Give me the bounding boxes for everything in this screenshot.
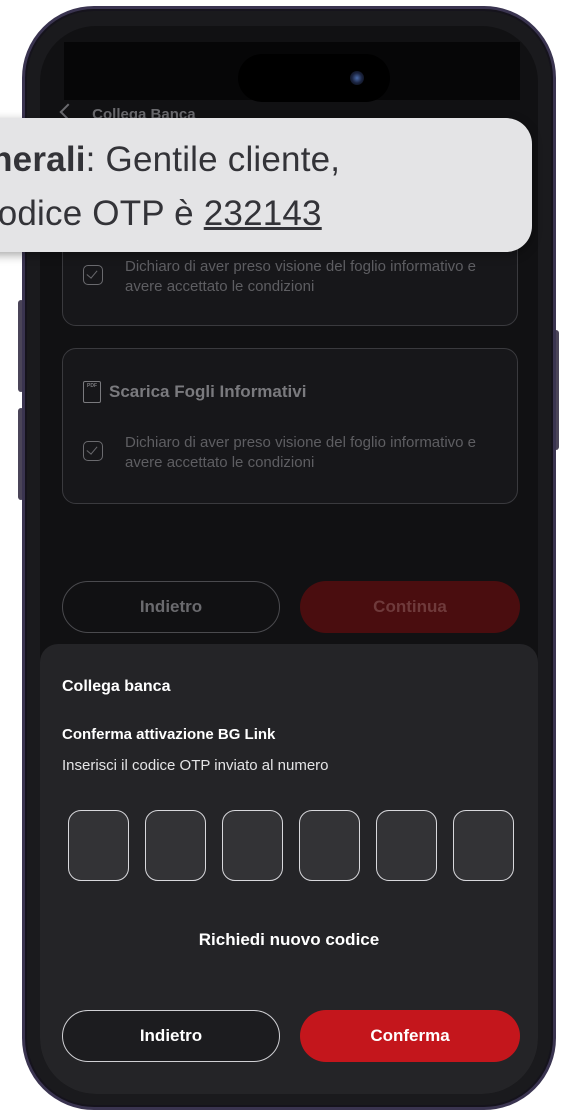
resend-code-link[interactable]: Richiedi nuovo codice <box>40 930 538 950</box>
otp-digit-input-2[interactable] <box>145 810 206 881</box>
notification-message-1: : Gentile cliente, <box>85 140 341 179</box>
otp-input-group <box>68 810 514 881</box>
sheet-subtitle: Conferma attivazione BG Link <box>62 726 276 743</box>
continue-button-label: Continua <box>373 597 447 616</box>
pdf-file-icon: PDF <box>83 381 101 403</box>
consent-checkbox-1[interactable] <box>83 265 103 285</box>
sheet-description: Inserisci il codice OTP inviato al numer… <box>62 757 329 774</box>
camera-icon <box>350 71 364 85</box>
card-title-2: Scarica Fogli Informativi <box>109 382 307 401</box>
dynamic-island <box>238 54 390 102</box>
consent-row-1[interactable]: Dichiaro di aver preso visione del fogli… <box>83 257 485 297</box>
consent-text-1: Dichiaro di aver preso visione del fogli… <box>125 258 477 295</box>
info-card-2: PDF Scarica Fogli Informativi Dichiaro d… <box>62 348 518 504</box>
consent-checkbox-2[interactable] <box>83 441 103 461</box>
consent-row-2[interactable]: Dichiaro di aver preso visione del fogli… <box>83 433 485 473</box>
otp-digit-input-3[interactable] <box>222 810 283 881</box>
back-button-label: Indietro <box>139 1026 203 1045</box>
sheet-title: Collega banca <box>62 678 171 695</box>
status-bar <box>64 42 520 102</box>
notification-otp-code[interactable]: 232143 <box>204 194 322 233</box>
back-button[interactable]: Indietro <box>62 1010 280 1062</box>
consent-text-2: Dichiaro di aver preso visione del fogli… <box>125 434 477 471</box>
back-button-bg[interactable]: Indietro <box>62 581 280 633</box>
continue-button[interactable]: Continua <box>300 581 520 633</box>
confirm-button-label: Conferma <box>370 1026 450 1045</box>
notification-line-1: Generali: Gentile cliente, <box>0 140 340 180</box>
otp-digit-input-4[interactable] <box>299 810 360 881</box>
download-info-sheets-link[interactable]: PDF Scarica Fogli Informativi <box>83 381 306 403</box>
otp-digit-input-5[interactable] <box>376 810 437 881</box>
notification-message-2: codice OTP è <box>0 194 204 233</box>
notification-line-2: codice OTP è 232143 <box>0 194 322 234</box>
confirm-button[interactable]: Conferma <box>300 1010 520 1062</box>
otp-digit-input-1[interactable] <box>68 810 129 881</box>
back-button-bg-label: Indietro <box>139 597 203 616</box>
otp-digit-input-6[interactable] <box>453 810 514 881</box>
otp-bottom-sheet: Collega banca Conferma attivazione BG Li… <box>40 644 538 1094</box>
notification-sender: Generali <box>0 140 86 179</box>
sms-notification[interactable]: Generali: Gentile cliente, codice OTP è … <box>0 118 532 252</box>
